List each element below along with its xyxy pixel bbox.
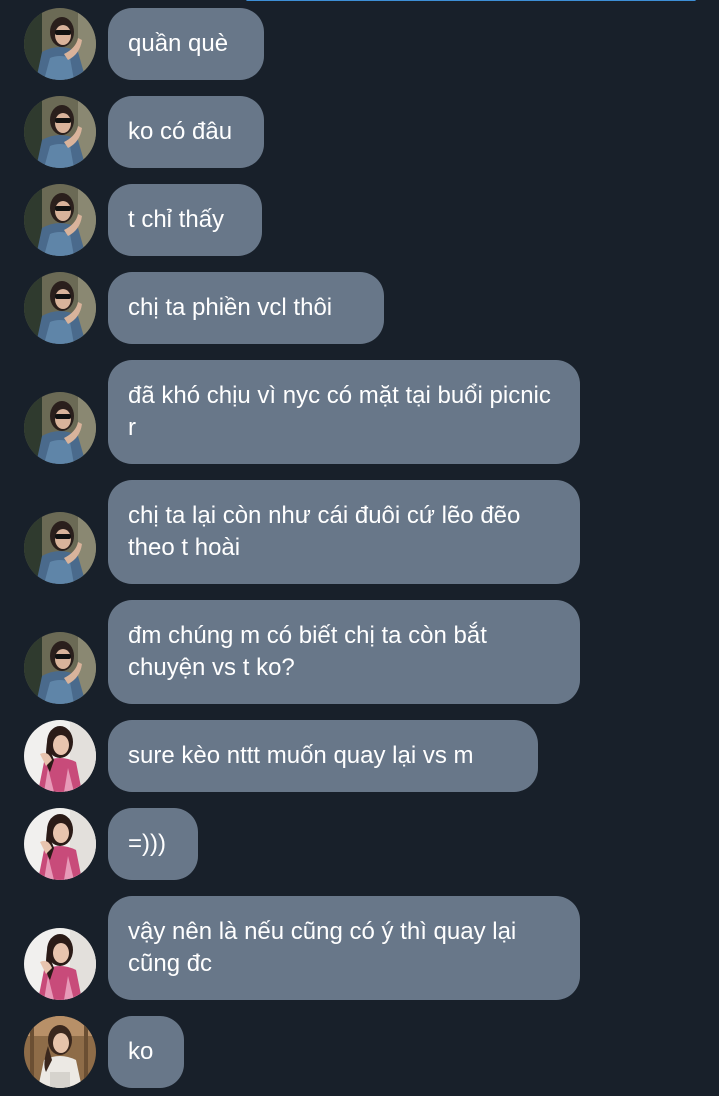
message-bubble[interactable]: ko có đâu bbox=[108, 96, 264, 168]
avatar[interactable] bbox=[24, 272, 96, 344]
message-row: ko có đâu bbox=[0, 96, 719, 168]
message-row: quần què bbox=[0, 8, 719, 80]
message-row: đã khó chịu vì nyc có mặt tại buổi picni… bbox=[0, 360, 719, 464]
profile-photo-icon bbox=[24, 928, 96, 1000]
message-row: =))) bbox=[0, 808, 719, 880]
message-bubble[interactable]: đm chúng m có biết chị ta còn bắt chuyện… bbox=[108, 600, 580, 704]
message-bubble[interactable]: sure kèo nttt muốn quay lại vs m bbox=[108, 720, 538, 792]
message-row: chị ta phiền vcl thôi bbox=[0, 272, 719, 344]
message-row: ko bbox=[0, 1016, 719, 1088]
message-row: vậy nên là nếu cũng có ý thì quay lại cũ… bbox=[0, 896, 719, 1000]
profile-photo-icon bbox=[24, 720, 96, 792]
message-bubble[interactable]: đã khó chịu vì nyc có mặt tại buổi picni… bbox=[108, 360, 580, 464]
avatar[interactable] bbox=[24, 512, 96, 584]
avatar[interactable] bbox=[24, 8, 96, 80]
profile-photo-icon bbox=[24, 808, 96, 880]
profile-photo-icon bbox=[24, 184, 96, 256]
message-row: t chỉ thấy bbox=[0, 184, 719, 256]
avatar[interactable] bbox=[24, 1016, 96, 1088]
chat-thread: quần què ko có đâu t chỉ thấy chị ta phi… bbox=[0, 0, 719, 1096]
profile-photo-icon bbox=[24, 512, 96, 584]
avatar[interactable] bbox=[24, 928, 96, 1000]
avatar[interactable] bbox=[24, 632, 96, 704]
profile-photo-icon bbox=[24, 8, 96, 80]
message-row: chị ta lại còn như cái đuôi cứ lẽo đẽo t… bbox=[0, 480, 719, 584]
message-bubble[interactable]: t chỉ thấy bbox=[108, 184, 262, 256]
message-bubble[interactable]: quần què bbox=[108, 8, 264, 80]
message-bubble[interactable]: =))) bbox=[108, 808, 198, 880]
message-bubble[interactable]: ko bbox=[108, 1016, 184, 1088]
profile-photo-icon bbox=[24, 632, 96, 704]
scroll-indicator bbox=[246, 0, 696, 1]
profile-photo-icon bbox=[24, 272, 96, 344]
avatar[interactable] bbox=[24, 720, 96, 792]
message-bubble[interactable]: chị ta lại còn như cái đuôi cứ lẽo đẽo t… bbox=[108, 480, 580, 584]
avatar[interactable] bbox=[24, 808, 96, 880]
message-row: sure kèo nttt muốn quay lại vs m bbox=[0, 720, 719, 792]
profile-photo-icon bbox=[24, 1016, 96, 1088]
message-row: đm chúng m có biết chị ta còn bắt chuyện… bbox=[0, 600, 719, 704]
message-bubble[interactable]: vậy nên là nếu cũng có ý thì quay lại cũ… bbox=[108, 896, 580, 1000]
avatar[interactable] bbox=[24, 392, 96, 464]
avatar[interactable] bbox=[24, 96, 96, 168]
avatar[interactable] bbox=[24, 184, 96, 256]
profile-photo-icon bbox=[24, 392, 96, 464]
message-bubble[interactable]: chị ta phiền vcl thôi bbox=[108, 272, 384, 344]
profile-photo-icon bbox=[24, 96, 96, 168]
